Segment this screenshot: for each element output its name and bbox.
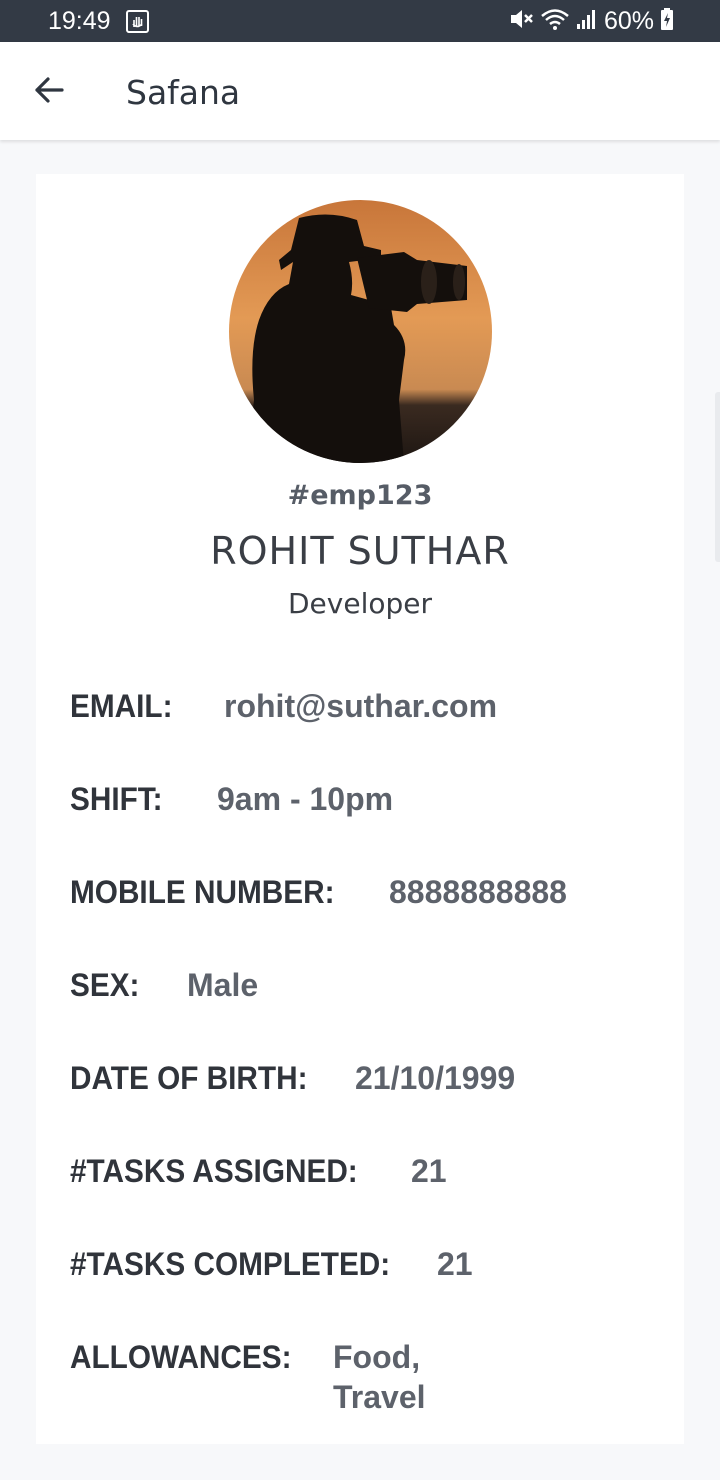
field-label: EMAIL: — [70, 688, 173, 724]
back-button[interactable] — [26, 69, 72, 115]
status-bar: 19:49 60% — [0, 0, 720, 42]
field-label: ALLOWANCES: — [70, 1339, 292, 1375]
screenshot-notification-icon — [126, 10, 149, 33]
field-label: SEX: — [70, 967, 140, 1003]
sex-value: Male — [187, 967, 259, 1003]
employee-name: ROHIT SUTHAR — [210, 529, 510, 573]
employee-id: #emp123 — [287, 480, 433, 511]
battery-percent: 60% — [603, 6, 654, 35]
battery-charging-icon — [660, 7, 674, 36]
app-bar-title: Safana — [126, 73, 241, 112]
profile-card: #emp123 ROHIT SUTHAR Developer EMAIL: ro… — [36, 174, 684, 1444]
field-label: #TASKS COMPLETED: — [70, 1246, 391, 1282]
field-label: SHIFT: — [70, 781, 163, 817]
arrow-left-icon — [33, 76, 65, 109]
employee-role: Developer — [287, 587, 432, 620]
date-of-birth-value: 21/10/1999 — [355, 1060, 516, 1096]
field-shift: SHIFT: 9am - 10pm — [70, 779, 393, 819]
allowance-item: Travel — [333, 1379, 426, 1415]
status-icons: 60% — [508, 7, 674, 35]
allowances-value: Food, Travel — [333, 1337, 426, 1417]
field-email: EMAIL: rohit@suthar.com — [70, 686, 497, 726]
field-sex: SEX: Male — [70, 965, 258, 1005]
edge-panel-handle[interactable] — [715, 392, 720, 562]
signal-icon — [576, 7, 598, 36]
tasks-assigned-value: 21 — [411, 1153, 447, 1189]
app-bar: Safana — [0, 42, 720, 140]
wifi-icon — [540, 7, 570, 36]
field-tasks-completed: #TASKS COMPLETED: 21 — [70, 1244, 473, 1284]
mute-icon — [508, 7, 534, 36]
field-tasks-assigned: #TASKS ASSIGNED: 21 — [70, 1151, 447, 1191]
field-mobile-number: MOBILE NUMBER: 8888888888 — [70, 872, 567, 912]
tasks-completed-value: 21 — [437, 1246, 473, 1282]
field-label: MOBILE NUMBER: — [70, 874, 335, 910]
mobile-number-value[interactable]: 8888888888 — [389, 872, 567, 912]
field-allowances: ALLOWANCES: Food, Travel — [70, 1337, 426, 1417]
avatar — [229, 200, 492, 463]
email-value[interactable]: rohit@suthar.com — [224, 686, 497, 726]
field-label: #TASKS ASSIGNED: — [70, 1153, 358, 1189]
field-date-of-birth: DATE OF BIRTH: 21/10/1999 — [70, 1058, 515, 1098]
field-label: DATE OF BIRTH: — [70, 1060, 308, 1096]
shift-value: 9am - 10pm — [217, 781, 394, 817]
status-time: 19:49 — [48, 7, 111, 35]
allowance-item: Food, — [333, 1339, 421, 1375]
